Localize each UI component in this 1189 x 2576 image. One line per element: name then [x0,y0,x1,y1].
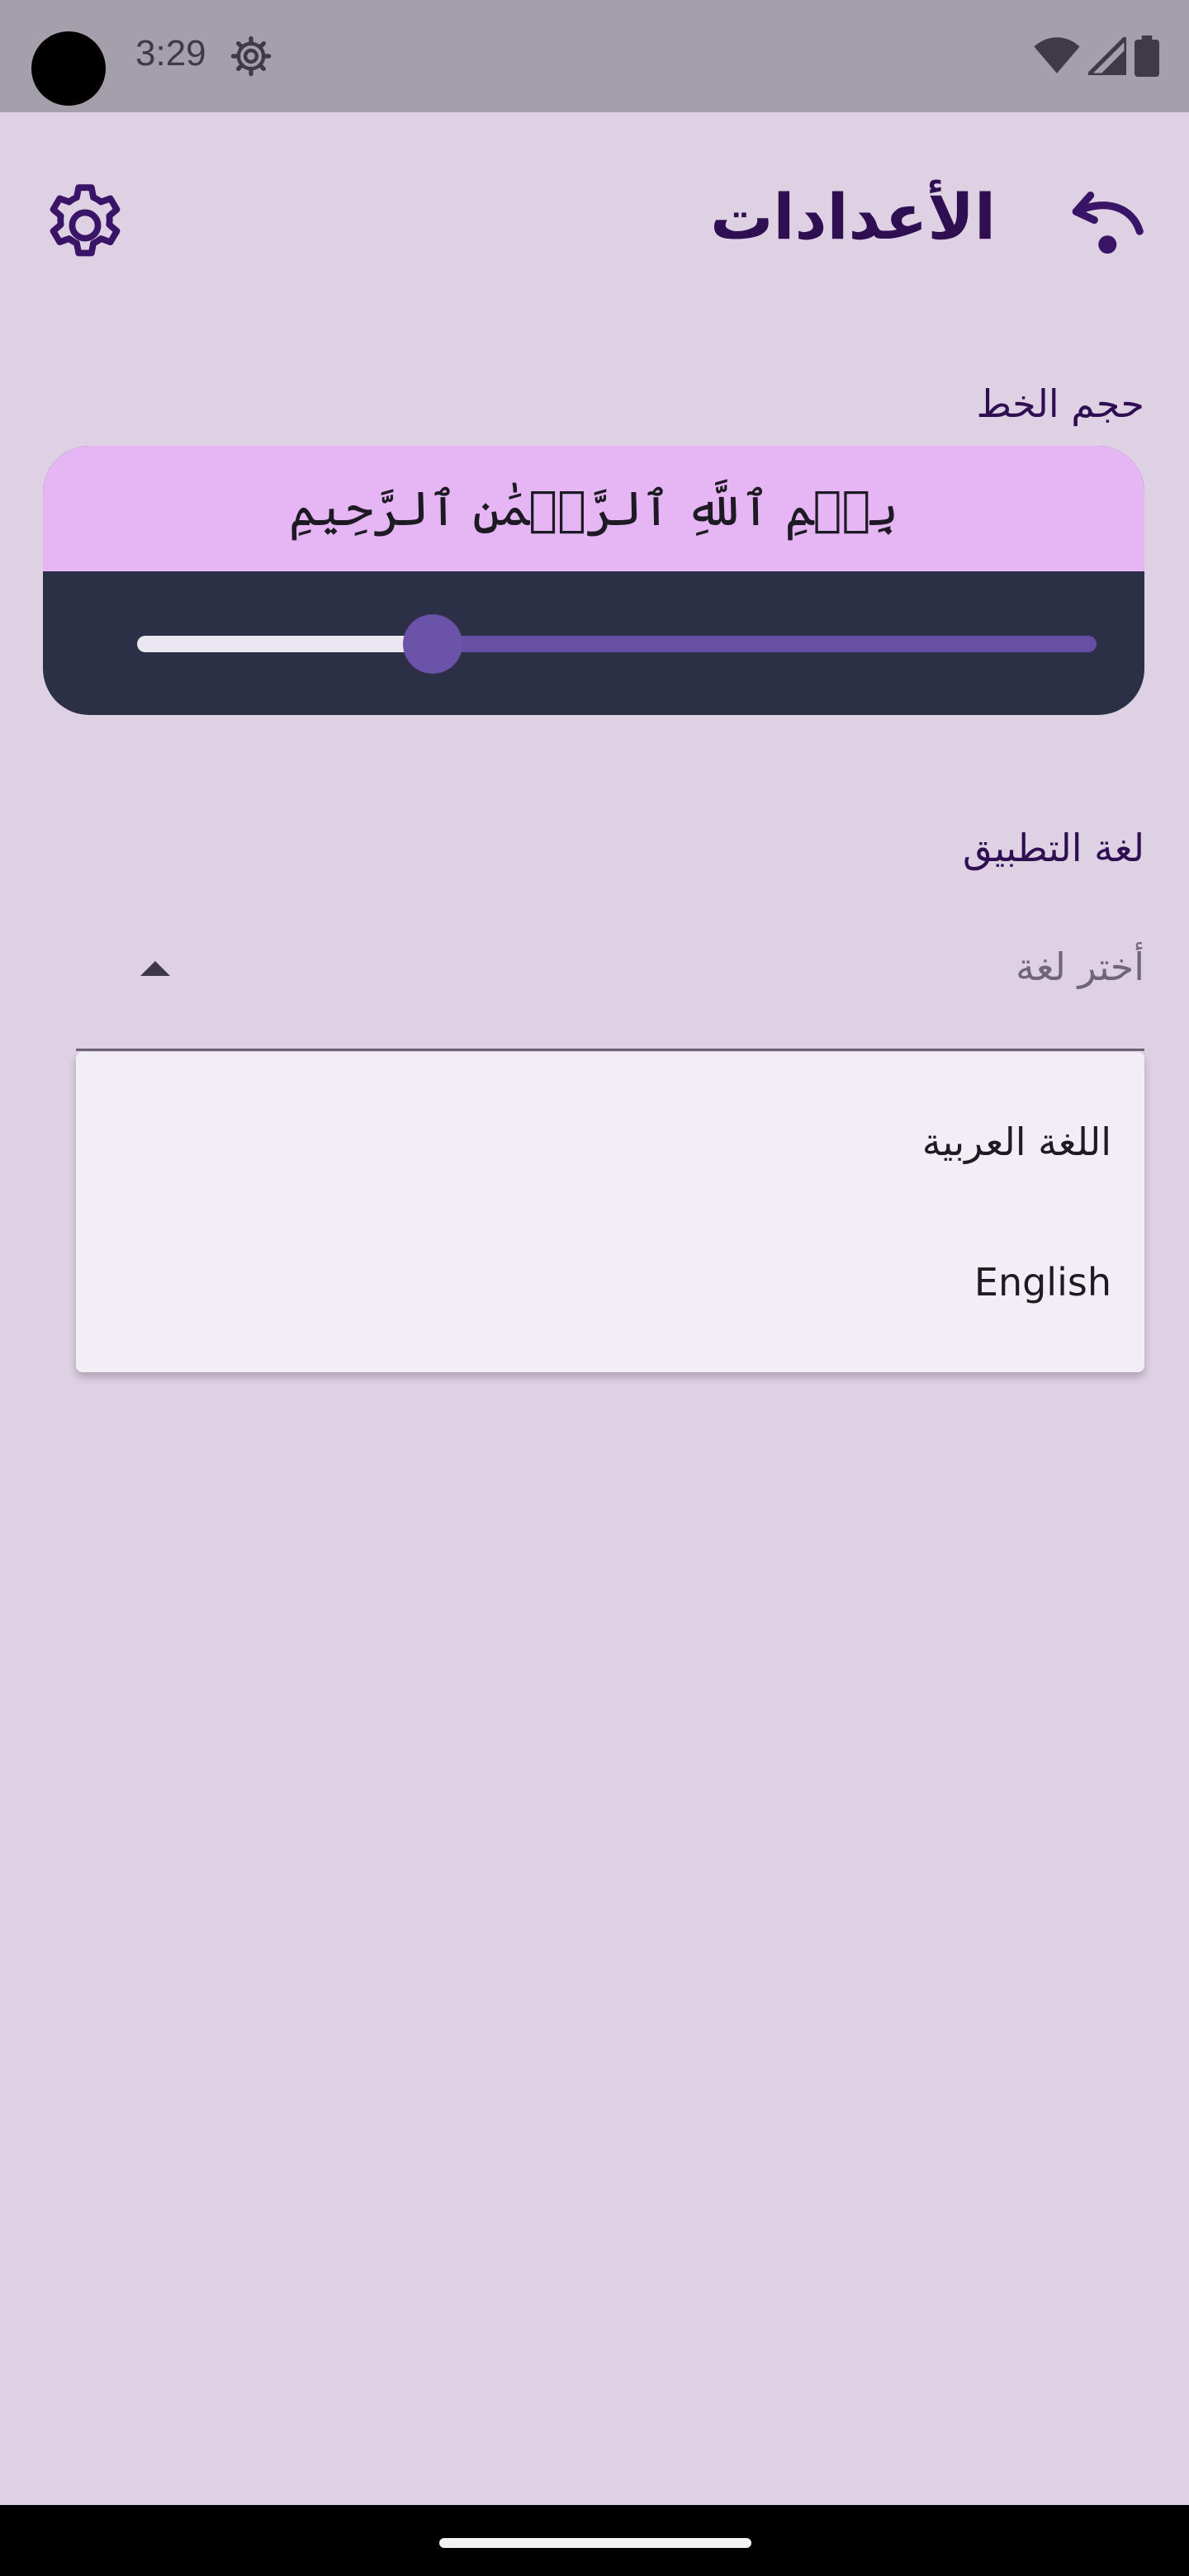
battery-icon [1135,36,1159,77]
signal-icon [1088,37,1126,75]
language-option-english[interactable]: English [974,1260,1111,1305]
slider-active-track [137,636,433,652]
back-icon[interactable] [1060,178,1151,269]
navigation-bar [0,2505,1189,2576]
status-bar: 3:29 [0,0,1189,112]
gear-icon[interactable] [40,180,130,271]
language-select-placeholder: أختر لغة [1016,945,1144,989]
caret-up-icon[interactable] [140,961,170,976]
home-gesture-handle[interactable] [439,2538,751,2548]
language-option-arabic[interactable]: اللغة العربية [922,1120,1111,1164]
status-time: 3:29 [135,33,206,73]
font-size-slider-thumb[interactable] [403,614,462,674]
app-language-label: لغة التطبيق [962,826,1144,870]
page-title: الأعدادات [710,180,996,253]
settings-gear-icon [230,36,272,77]
slider-inactive-track [433,636,1097,652]
font-size-card: بِسۡمِ ٱللَّهِ ٱلرَّحۡمَٰنِ ٱلرَّحِيمِ [43,446,1144,715]
font-preview-text: بِسۡمِ ٱللَّهِ ٱلرَّحۡمَٰنِ ٱلرَّحِيمِ [43,446,1144,571]
font-size-label: حجم الخط [976,381,1144,426]
camera-cutout [31,31,106,106]
wifi-icon [1034,37,1080,73]
language-dropdown-menu: اللغة العربية English [76,1052,1144,1372]
language-select[interactable]: أختر لغة [76,921,1144,1051]
